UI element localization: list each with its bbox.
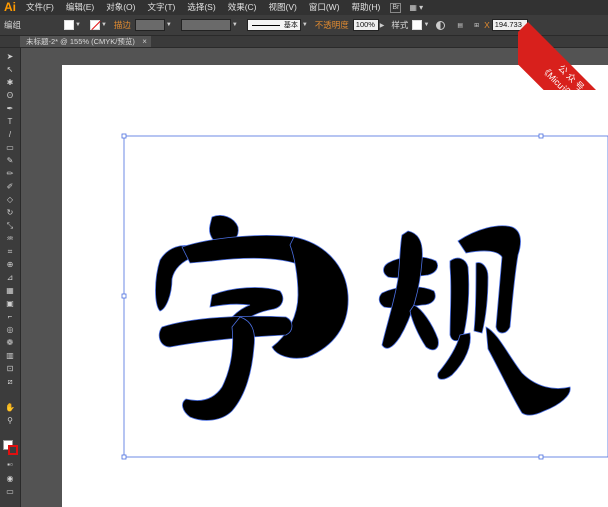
mesh-tool-icon[interactable]: ▦ bbox=[4, 286, 16, 296]
brush-dropdown-icon[interactable]: ▼ bbox=[302, 22, 308, 28]
blend-tool-icon[interactable]: ◎ bbox=[4, 325, 16, 335]
magic-wand-tool-icon[interactable]: ✱ bbox=[4, 78, 16, 88]
handle-bottom-middle[interactable] bbox=[538, 454, 544, 460]
menu-view[interactable]: 视图(V) bbox=[263, 0, 303, 15]
recolor-artwork-icon[interactable] bbox=[436, 20, 446, 30]
variable-width-field[interactable] bbox=[180, 19, 231, 31]
menu-file[interactable]: 文件(F) bbox=[20, 0, 60, 15]
scale-tool-icon[interactable]: ⤡ bbox=[4, 221, 16, 231]
menu-window[interactable]: 窗口(W) bbox=[303, 0, 346, 15]
document-tab[interactable]: 未标题-2* @ 155% (CMYK/预览) × bbox=[20, 36, 151, 47]
stroke-weight-dropdown-icon[interactable]: ▼ bbox=[166, 22, 172, 28]
artboard[interactable] bbox=[62, 65, 608, 507]
x-label: X bbox=[484, 20, 490, 30]
artwork[interactable] bbox=[62, 65, 608, 507]
pencil-tool-icon[interactable]: ✏ bbox=[4, 169, 16, 179]
brush-stroke-preview bbox=[251, 25, 280, 26]
stroke-dropdown-icon[interactable]: ▼ bbox=[101, 22, 107, 28]
pen-tool-icon[interactable]: ✒ bbox=[4, 104, 16, 114]
brush-definition-field[interactable]: 基本 bbox=[246, 19, 301, 31]
shape-builder-tool-icon[interactable]: ⊕ bbox=[4, 260, 16, 270]
close-tab-icon[interactable]: × bbox=[142, 36, 147, 47]
opacity-field[interactable]: 100% bbox=[352, 19, 379, 31]
menu-edit[interactable]: 编辑(E) bbox=[60, 0, 100, 15]
handle-bottom-left[interactable] bbox=[121, 454, 127, 460]
paintbrush-tool-icon[interactable]: ✎ bbox=[4, 156, 16, 166]
selection-tool-icon[interactable]: ➤ bbox=[4, 52, 16, 62]
eyedropper-tool-icon[interactable]: ⌐ bbox=[4, 312, 16, 322]
artboard-tool-icon[interactable]: ⊡ bbox=[4, 364, 16, 374]
handle-middle-left[interactable] bbox=[121, 293, 127, 299]
arrange-documents-icon[interactable]: ▦ ▾ bbox=[409, 3, 423, 12]
lasso-tool-icon[interactable]: ʘ bbox=[4, 91, 16, 101]
calligraphy-glyph-zi[interactable] bbox=[155, 215, 349, 421]
warp-tool-icon[interactable]: ♒ bbox=[4, 234, 16, 244]
color-mode-icon[interactable]: ▪▫ bbox=[4, 460, 16, 470]
handle-top-middle[interactable] bbox=[538, 133, 544, 139]
stroke-weight-field[interactable] bbox=[134, 19, 165, 31]
column-graph-tool-icon[interactable]: ▥ bbox=[4, 351, 16, 361]
perspective-grid-tool-icon[interactable]: ⊿ bbox=[4, 273, 16, 283]
document-tab-title: 未标题-2* @ 155% (CMYK/预览) bbox=[26, 37, 135, 46]
rotate-tool-icon[interactable]: ↻ bbox=[4, 208, 16, 218]
style-label: 样式 bbox=[391, 20, 409, 30]
direct-selection-tool-icon[interactable]: ↖ bbox=[4, 65, 16, 75]
type-tool-icon[interactable]: T bbox=[4, 117, 16, 127]
eraser-tool-icon[interactable]: ◇ bbox=[4, 195, 16, 205]
bridge-icon[interactable]: Br bbox=[390, 2, 402, 13]
hand-tool-icon[interactable]: ✋ bbox=[4, 403, 16, 413]
zoom-tool-icon[interactable]: ⚲ bbox=[4, 416, 16, 426]
line-tool-icon[interactable]: / bbox=[4, 130, 16, 140]
align-icon[interactable]: ▤ bbox=[457, 22, 463, 29]
document-tab-bar: 未标题-2* @ 155% (CMYK/预览) × bbox=[0, 36, 608, 48]
stroke-color-box[interactable] bbox=[8, 445, 18, 455]
app-logo: Ai bbox=[4, 0, 16, 14]
stroke-label[interactable]: 描边 bbox=[110, 19, 135, 31]
opacity-dropdown-icon[interactable]: ▶ bbox=[380, 22, 385, 29]
canvas-area[interactable] bbox=[21, 48, 608, 507]
blob-brush-tool-icon[interactable]: ✐ bbox=[4, 182, 16, 192]
free-transform-tool-icon[interactable]: ⌗ bbox=[4, 247, 16, 257]
screen-mode-icon[interactable]: ▭ bbox=[4, 487, 16, 497]
x-position-field[interactable]: 194.733 bbox=[491, 19, 528, 31]
symbol-sprayer-tool-icon[interactable]: ❁ bbox=[4, 338, 16, 348]
object-type-label: 编组 bbox=[4, 20, 22, 30]
graphic-style-swatch[interactable] bbox=[412, 20, 423, 30]
tools-panel: ➤ ↖ ✱ ʘ ✒ T / ▭ ✎ ✏ ✐ ◇ ↻ ⤡ ♒ ⌗ ⊕ ⊿ ▦ ▣ … bbox=[0, 48, 21, 507]
control-bar: 编组 ▼ ▼ 描边 ▼ ▼ 基本 ▼ 不透明度 100% ▶ 样式 ▼ ▤ ⊞ … bbox=[0, 15, 608, 36]
stroke-swatch[interactable] bbox=[89, 20, 100, 30]
slice-tool-icon[interactable]: ⧄ bbox=[4, 377, 16, 387]
variable-width-dropdown-icon[interactable]: ▼ bbox=[232, 22, 238, 28]
transform-icon[interactable]: ⊞ bbox=[474, 22, 479, 29]
gradient-tool-icon[interactable]: ▣ bbox=[4, 299, 16, 309]
brush-style-label: 基本 bbox=[283, 22, 298, 29]
fill-dropdown-icon[interactable]: ▼ bbox=[75, 22, 81, 28]
rectangle-tool-icon[interactable]: ▭ bbox=[4, 143, 16, 153]
menu-select[interactable]: 选择(S) bbox=[181, 0, 221, 15]
drawing-mode-icon[interactable]: ◉ bbox=[4, 474, 16, 484]
menu-object[interactable]: 对象(O) bbox=[100, 0, 141, 15]
handle-top-left[interactable] bbox=[121, 133, 127, 139]
menu-help[interactable]: 帮助(H) bbox=[346, 0, 387, 15]
menu-type[interactable]: 文字(T) bbox=[141, 0, 181, 15]
graphic-style-dropdown-icon[interactable]: ▼ bbox=[423, 22, 429, 28]
menu-bar: Ai 文件(F) 编辑(E) 对象(O) 文字(T) 选择(S) 效果(C) 视… bbox=[0, 0, 608, 15]
opacity-label[interactable]: 不透明度 bbox=[311, 19, 353, 31]
calligraphy-glyph-gui[interactable] bbox=[378, 225, 571, 416]
menu-effect[interactable]: 效果(C) bbox=[222, 0, 263, 15]
fill-swatch[interactable] bbox=[64, 20, 74, 30]
